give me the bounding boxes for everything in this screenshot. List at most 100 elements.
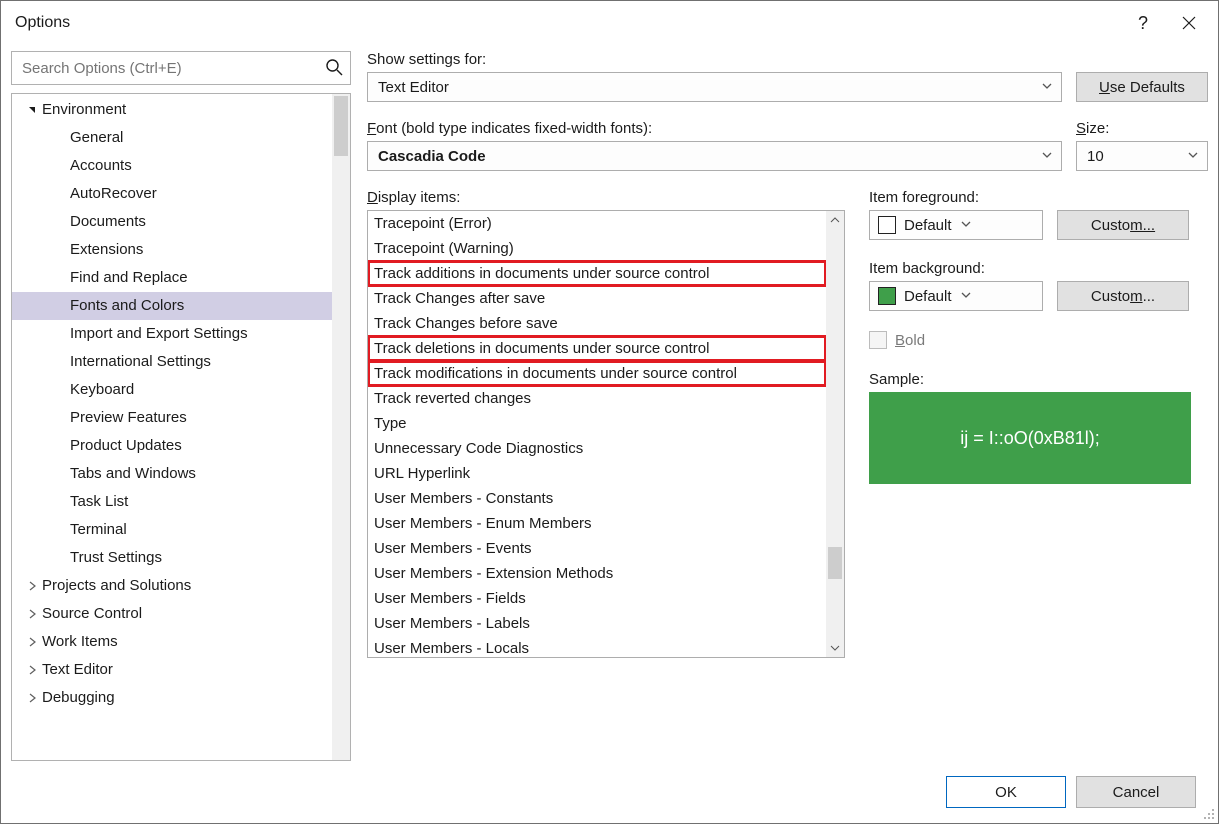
chevron-right-icon[interactable] [22,609,42,619]
size-label: Size: [1076,120,1208,137]
tree-item-extensions[interactable]: Extensions [12,236,350,264]
display-item[interactable]: User Members - Labels [368,611,826,636]
tree-scrollbar[interactable] [332,94,350,760]
tree-item-accounts[interactable]: Accounts [12,152,350,180]
display-item[interactable]: Track reverted changes [368,386,826,411]
ok-button[interactable]: OK [946,776,1066,808]
cancel-button[interactable]: Cancel [1076,776,1196,808]
display-item[interactable]: Track additions in documents under sourc… [368,261,826,286]
search-options[interactable] [11,51,351,85]
tree-item-environment[interactable]: Environment [12,96,350,124]
show-settings-for-label: Show settings for: [367,51,1208,68]
tree-item-documents[interactable]: Documents [12,208,350,236]
tree-item-import-and-export-settings[interactable]: Import and Export Settings [12,320,350,348]
resize-grip-icon[interactable] [1201,806,1215,820]
display-items-list[interactable]: Tracepoint (Error)Tracepoint (Warning)Tr… [367,210,845,658]
custom-background-button[interactable]: Custom... [1057,281,1189,311]
display-item[interactable]: User Members - Events [368,536,826,561]
display-items-label: Display items: [367,189,845,206]
tree-item-autorecover[interactable]: AutoRecover [12,180,350,208]
tree-item-label: Accounts [70,152,132,180]
display-item[interactable]: User Members - Locals [368,636,826,657]
item-foreground-select[interactable]: Default [869,210,1043,240]
help-button[interactable]: ? [1120,1,1166,45]
tree-item-label: International Settings [70,348,211,376]
display-item[interactable]: Type [368,411,826,436]
tree-item-label: Preview Features [70,404,187,432]
item-background-select[interactable]: Default [869,281,1043,311]
show-settings-for-value: Text Editor [378,79,449,96]
tree-item-international-settings[interactable]: International Settings [12,348,350,376]
item-foreground-label: Item foreground: [869,189,1208,206]
display-list-scrollbar-thumb[interactable] [828,547,842,579]
tree-item-label: AutoRecover [70,180,157,208]
titlebar: Options ? [1,1,1218,45]
display-list-scrollbar[interactable] [826,211,844,657]
chevron-right-icon[interactable] [22,693,42,703]
font-select[interactable]: Cascadia Code [367,141,1062,171]
item-foreground-value: Default [904,217,952,234]
bold-checkbox[interactable] [869,331,887,349]
options-tree[interactable]: EnvironmentGeneralAccountsAutoRecoverDoc… [11,93,351,761]
display-item[interactable]: User Members - Extension Methods [368,561,826,586]
item-background-label: Item background: [869,260,1208,277]
tree-item-label: Documents [70,208,146,236]
display-item[interactable]: User Members - Constants [368,486,826,511]
tree-item-tabs-and-windows[interactable]: Tabs and Windows [12,460,350,488]
tree-item-label: Trust Settings [70,544,162,572]
tree-item-product-updates[interactable]: Product Updates [12,432,350,460]
display-item[interactable]: User Members - Fields [368,586,826,611]
scroll-up-icon[interactable] [826,211,844,229]
tree-item-label: Work Items [42,628,118,656]
size-value: 10 [1087,148,1104,165]
custom-foreground-button[interactable]: Custom... [1057,210,1189,240]
tree-item-text-editor[interactable]: Text Editor [12,656,350,684]
tree-item-fonts-and-colors[interactable]: Fonts and Colors [12,292,350,320]
use-defaults-button[interactable]: Use Defaults [1076,72,1208,102]
chevron-right-icon[interactable] [22,665,42,675]
tree-item-debugging[interactable]: Debugging [12,684,350,712]
display-item[interactable]: Track Changes before save [368,311,826,336]
sample-preview: ij = I::oO(0xB81l); [869,392,1191,484]
tree-item-label: General [70,124,123,152]
display-item[interactable]: Unnecessary Code Diagnostics [368,436,826,461]
close-button[interactable] [1166,1,1212,45]
tree-item-label: Task List [70,488,128,516]
tree-item-keyboard[interactable]: Keyboard [12,376,350,404]
tree-item-find-and-replace[interactable]: Find and Replace [12,264,350,292]
tree-scrollbar-thumb[interactable] [334,96,348,156]
tree-item-label: Text Editor [42,656,113,684]
tree-item-label: Environment [42,96,126,124]
display-item[interactable]: URL Hyperlink [368,461,826,486]
chevron-down-icon [1041,149,1053,164]
chevron-right-icon[interactable] [22,637,42,647]
tree-item-label: Keyboard [70,376,134,404]
chevron-down-icon [1041,80,1053,95]
show-settings-for-select[interactable]: Text Editor [367,72,1062,102]
foreground-swatch [878,216,896,234]
tree-item-general[interactable]: General [12,124,350,152]
display-item[interactable]: Tracepoint (Error) [368,211,826,236]
chevron-down-icon[interactable] [22,105,42,115]
tree-item-preview-features[interactable]: Preview Features [12,404,350,432]
chevron-right-icon[interactable] [22,581,42,591]
display-item[interactable]: User Members - Enum Members [368,511,826,536]
search-input[interactable] [11,51,351,85]
tree-item-terminal[interactable]: Terminal [12,516,350,544]
tree-item-trust-settings[interactable]: Trust Settings [12,544,350,572]
size-select[interactable]: 10 [1076,141,1208,171]
tree-item-source-control[interactable]: Source Control [12,600,350,628]
display-item[interactable]: Track deletions in documents under sourc… [368,336,826,361]
display-item[interactable]: Track modifications in documents under s… [368,361,826,386]
display-item[interactable]: Tracepoint (Warning) [368,236,826,261]
tree-item-label: Tabs and Windows [70,460,196,488]
tree-item-task-list[interactable]: Task List [12,488,350,516]
chevron-down-icon [1187,149,1199,164]
chevron-down-icon [960,217,972,234]
background-swatch [878,287,896,305]
tree-item-projects-and-solutions[interactable]: Projects and Solutions [12,572,350,600]
display-item[interactable]: Track Changes after save [368,286,826,311]
tree-item-work-items[interactable]: Work Items [12,628,350,656]
tree-item-label: Find and Replace [70,264,188,292]
scroll-down-icon[interactable] [826,639,844,657]
